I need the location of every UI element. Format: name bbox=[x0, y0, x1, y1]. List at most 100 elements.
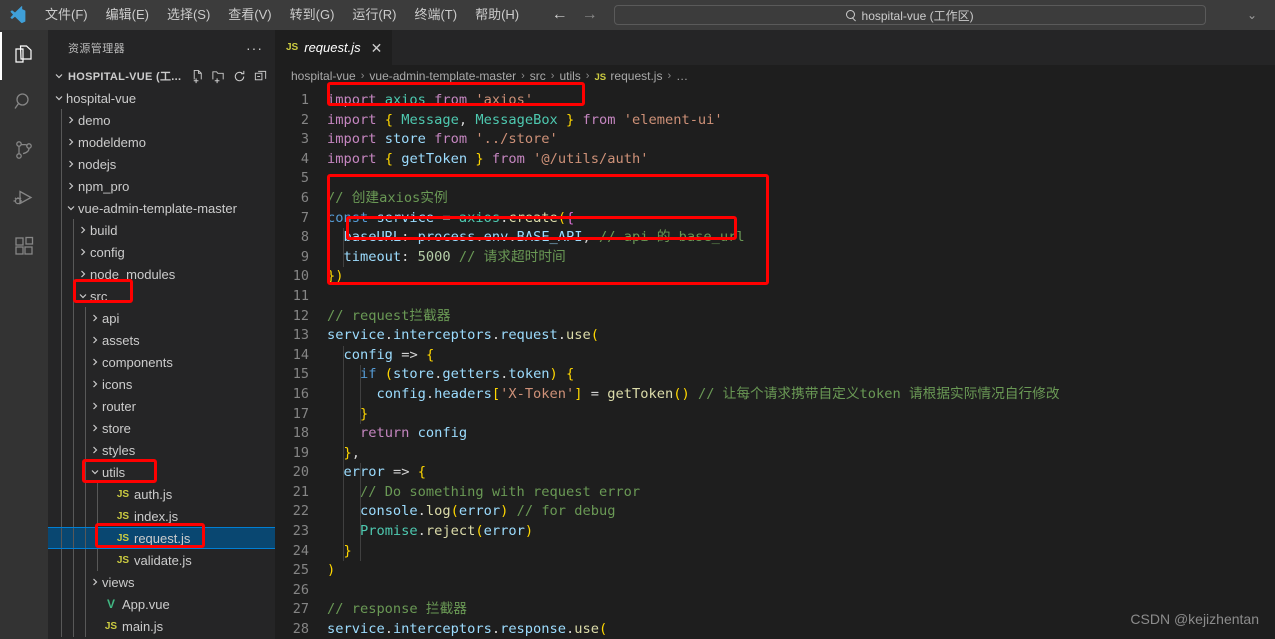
tree-folder-assets[interactable]: assets bbox=[48, 329, 275, 351]
code-line[interactable]: }) bbox=[327, 267, 1275, 287]
tree-folder-utils[interactable]: utils bbox=[48, 461, 275, 483]
chevron-right-icon[interactable] bbox=[64, 181, 78, 191]
chevron-right-icon[interactable] bbox=[64, 159, 78, 169]
code-line[interactable]: config.headers['X-Token'] = getToken() /… bbox=[327, 385, 1275, 405]
code-line[interactable]: ) bbox=[327, 561, 1275, 581]
breadcrumb-item-0[interactable]: hospital-vue bbox=[291, 69, 356, 83]
tree-folder-src[interactable]: src bbox=[48, 285, 275, 307]
breadcrumb-item-4[interactable]: JS request.js bbox=[594, 69, 662, 83]
tree-folder-hospital-vue[interactable]: hospital-vue bbox=[48, 87, 275, 109]
chevron-right-icon[interactable] bbox=[88, 423, 102, 433]
tree-folder-router[interactable]: router bbox=[48, 395, 275, 417]
code-line[interactable]: Promise.reject(error) bbox=[327, 522, 1275, 542]
activitybar-item-explorer[interactable] bbox=[0, 32, 48, 80]
breadcrumb[interactable]: hospital-vue › vue-admin-template-master › s… bbox=[275, 65, 1275, 87]
tree-folder-config[interactable]: config bbox=[48, 241, 275, 263]
code-line[interactable]: // Do something with request error bbox=[327, 483, 1275, 503]
close-icon[interactable]: ✕ bbox=[371, 41, 383, 55]
chevron-right-icon[interactable] bbox=[88, 577, 102, 587]
code-line[interactable]: const service = axios.create({ bbox=[327, 209, 1275, 229]
code-line[interactable]: }, bbox=[327, 444, 1275, 464]
chevron-right-icon[interactable] bbox=[88, 357, 102, 367]
code-content[interactable]: import axios from 'axios' import { Messag… bbox=[327, 87, 1275, 639]
code-line[interactable]: error => { bbox=[327, 463, 1275, 483]
chevron-right-icon[interactable] bbox=[88, 335, 102, 345]
chevron-down-icon[interactable] bbox=[52, 93, 66, 103]
menu-help[interactable]: 帮助(H) bbox=[466, 0, 528, 30]
code-line[interactable]: } bbox=[327, 405, 1275, 425]
code-line[interactable]: import { getToken } from '@/utils/auth' bbox=[327, 150, 1275, 170]
activitybar-item-extensions[interactable] bbox=[0, 224, 48, 272]
file-tree[interactable]: hospital-vue demo modeldemo nodejs npm_pro vu… bbox=[48, 87, 275, 639]
chevron-down-icon[interactable] bbox=[76, 291, 90, 301]
forward-arrow-icon[interactable]: → bbox=[582, 7, 598, 23]
tree-folder-components[interactable]: components bbox=[48, 351, 275, 373]
tree-file-app-vue[interactable]: V App.vue bbox=[48, 593, 275, 615]
code-line[interactable]: import axios from 'axios' bbox=[327, 91, 1275, 111]
activitybar-item-run-debug[interactable] bbox=[0, 176, 48, 224]
activitybar-item-search[interactable] bbox=[0, 80, 48, 128]
sidebar-more-actions-icon[interactable]: ··· bbox=[240, 40, 269, 56]
tree-folder-views[interactable]: views bbox=[48, 571, 275, 593]
code-line[interactable]: if (store.getters.token) { bbox=[327, 365, 1275, 385]
code-line[interactable]: import store from '../store' bbox=[327, 130, 1275, 150]
tree-folder-modeldemo[interactable]: modeldemo bbox=[48, 131, 275, 153]
code-line[interactable]: console.log(error) // for debug bbox=[327, 502, 1275, 522]
code-line[interactable]: import { Message, MessageBox } from 'ele… bbox=[327, 111, 1275, 131]
chevron-right-icon[interactable] bbox=[64, 115, 78, 125]
new-folder-icon[interactable] bbox=[210, 68, 227, 85]
menu-selection[interactable]: 选择(S) bbox=[158, 0, 219, 30]
chevron-right-icon[interactable] bbox=[76, 269, 90, 279]
chevron-right-icon[interactable] bbox=[88, 313, 102, 323]
tree-file-main-js[interactable]: JS main.js bbox=[48, 615, 275, 637]
tree-file-index-js[interactable]: JS index.js bbox=[48, 505, 275, 527]
menu-edit[interactable]: 编辑(E) bbox=[97, 0, 158, 30]
menu-terminal[interactable]: 终端(T) bbox=[405, 0, 466, 30]
code-line[interactable] bbox=[327, 287, 1275, 307]
tree-folder-build[interactable]: build bbox=[48, 219, 275, 241]
menu-file[interactable]: 文件(F) bbox=[36, 0, 97, 30]
breadcrumb-item-5[interactable]: … bbox=[676, 69, 688, 83]
code-line[interactable] bbox=[327, 581, 1275, 601]
refresh-icon[interactable] bbox=[231, 68, 248, 85]
menu-view[interactable]: 查看(V) bbox=[219, 0, 280, 30]
code-line[interactable]: // request拦截器 bbox=[327, 307, 1275, 327]
chevron-down-icon[interactable] bbox=[88, 467, 102, 477]
chevron-down-icon[interactable]: ⌄ bbox=[1247, 8, 1257, 22]
code-line[interactable]: // 创建axios实例 bbox=[327, 189, 1275, 209]
menu-go[interactable]: 转到(G) bbox=[281, 0, 344, 30]
chevron-right-icon[interactable] bbox=[64, 137, 78, 147]
tree-folder-node-modules[interactable]: node_modules bbox=[48, 263, 275, 285]
tree-folder-demo[interactable]: demo bbox=[48, 109, 275, 131]
tree-folder-npm-pro[interactable]: npm_pro bbox=[48, 175, 275, 197]
code-line[interactable]: } bbox=[327, 542, 1275, 562]
workspace-folder-header[interactable]: HOSPITAL-VUE (工... bbox=[48, 65, 275, 87]
chevron-right-icon[interactable] bbox=[88, 379, 102, 389]
tree-folder-icons[interactable]: icons bbox=[48, 373, 275, 395]
tree-folder-vue-admin-template-master[interactable]: vue-admin-template-master bbox=[48, 197, 275, 219]
tree-file-validate-js[interactable]: JS validate.js bbox=[48, 549, 275, 571]
collapse-all-icon[interactable] bbox=[252, 68, 269, 85]
activitybar-item-source-control[interactable] bbox=[0, 128, 48, 176]
back-arrow-icon[interactable]: ← bbox=[552, 7, 568, 23]
tree-folder-styles[interactable]: styles bbox=[48, 439, 275, 461]
menu-run[interactable]: 运行(R) bbox=[343, 0, 405, 30]
breadcrumb-item-1[interactable]: vue-admin-template-master bbox=[369, 69, 516, 83]
code-editor[interactable]: 1 2 3 4 5 6 7 8 9 10 11 12 13 14 15 16 17 18 19 20 21 22 23 24 2… bbox=[275, 87, 1275, 639]
code-line[interactable]: timeout: 5000 // 请求超时时间 bbox=[327, 248, 1275, 268]
code-line[interactable]: config => { bbox=[327, 346, 1275, 366]
command-center-search[interactable]: hospital-vue (工作区) bbox=[613, 5, 1206, 25]
breadcrumb-item-3[interactable]: utils bbox=[559, 69, 580, 83]
tree-folder-nodejs[interactable]: nodejs bbox=[48, 153, 275, 175]
tree-file-request-js[interactable]: JS request.js bbox=[48, 527, 275, 549]
chevron-right-icon[interactable] bbox=[88, 445, 102, 455]
chevron-down-icon[interactable] bbox=[64, 203, 78, 213]
code-line[interactable]: baseURL: process.env.BASE_API, // api 的 … bbox=[327, 228, 1275, 248]
code-line[interactable]: return config bbox=[327, 424, 1275, 444]
tab-request-js[interactable]: JS request.js ✕ bbox=[275, 30, 394, 65]
breadcrumb-item-2[interactable]: src bbox=[530, 69, 546, 83]
new-file-icon[interactable] bbox=[189, 68, 206, 85]
chevron-down-icon[interactable] bbox=[52, 71, 66, 81]
tree-file-auth-js[interactable]: JS auth.js bbox=[48, 483, 275, 505]
tree-folder-api[interactable]: api bbox=[48, 307, 275, 329]
